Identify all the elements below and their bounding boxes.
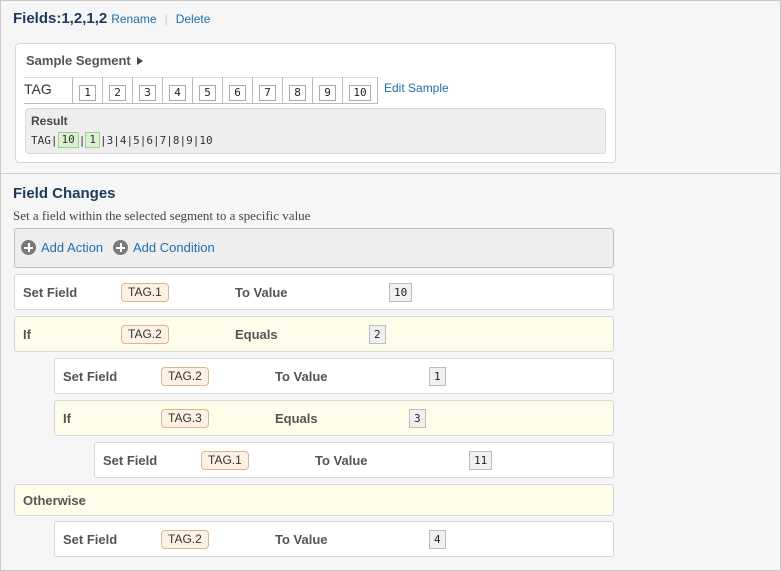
result-suffix: |3|4|5|6|7|8|9|10 <box>100 133 213 147</box>
expand-arrow-icon <box>136 56 143 65</box>
row-keyword: Set Field <box>63 532 118 547</box>
field-value[interactable]: 10 <box>389 283 413 302</box>
if-condition-row[interactable]: If TAG.3 Equals 3 <box>54 400 614 436</box>
field-tag[interactable]: TAG.2 <box>161 367 209 386</box>
field-tag[interactable]: TAG.2 <box>161 530 209 549</box>
row-keyword: Set Field <box>103 453 158 468</box>
row-keyword: If <box>63 411 71 426</box>
sample-segment-heading: Sample Segment <box>26 53 131 68</box>
set-field-action-row[interactable]: Set Field TAG.1 To Value 10 <box>14 274 614 310</box>
segment-field-cell: 5 <box>192 77 222 104</box>
otherwise-row[interactable]: Otherwise <box>14 484 614 516</box>
result-changed-field: 1 <box>85 132 100 148</box>
rename-link[interactable]: Rename <box>111 12 156 26</box>
edit-sample-link[interactable]: Edit Sample <box>384 81 449 95</box>
segment-field-cell: 10 <box>342 77 378 104</box>
result-prefix: TAG| <box>31 133 58 147</box>
result-title: Result <box>31 114 68 128</box>
row-operator: Equals <box>235 327 278 342</box>
field-changes-title: Field Changes <box>13 185 116 202</box>
segment-field-cell: 1 <box>72 77 102 104</box>
segment-field-value[interactable]: 4 <box>169 84 186 101</box>
add-condition-button[interactable]: Add Condition <box>113 240 215 255</box>
row-operator: Equals <box>275 411 318 426</box>
segment-field-cell: 4 <box>162 77 192 104</box>
segment-field-value[interactable]: 10 <box>349 84 371 101</box>
page-title: Fields:1,2,1,2 <box>13 10 108 27</box>
sample-segment-fields: TAG 1 2 3 4 5 6 7 8 9 10 <box>24 77 378 104</box>
segment-field-cell: 9 <box>312 77 342 104</box>
segment-field-value[interactable]: 5 <box>199 84 216 101</box>
add-action-button[interactable]: Add Action <box>21 240 103 255</box>
field-value[interactable]: 4 <box>429 530 446 549</box>
field-value[interactable]: 1 <box>429 367 446 386</box>
plus-circle-icon <box>113 240 128 255</box>
section-divider <box>1 173 781 174</box>
field-value[interactable]: 2 <box>369 325 386 344</box>
segment-field-value[interactable]: 2 <box>109 84 126 101</box>
row-keyword: Set Field <box>23 285 78 300</box>
field-tag[interactable]: TAG.2 <box>121 325 169 344</box>
field-editor-panel: Fields:1,2,1,2 Rename | Delete Sample Se… <box>0 0 781 571</box>
row-keyword: If <box>23 327 31 342</box>
set-field-action-row[interactable]: Set Field TAG.2 To Value 1 <box>54 358 614 394</box>
segment-field-cell: 2 <box>102 77 132 104</box>
sample-segment-toggle[interactable]: Sample Segment <box>26 53 143 68</box>
segment-field-value[interactable]: 8 <box>289 84 306 101</box>
add-action-label: Add Action <box>41 240 104 255</box>
field-changes-subtitle: Set a field within the selected segment … <box>13 208 311 223</box>
field-tag[interactable]: TAG.3 <box>161 409 209 428</box>
segment-field-value[interactable]: 3 <box>139 84 156 101</box>
plus-circle-icon <box>21 240 36 255</box>
segment-field-value[interactable]: 7 <box>259 84 276 101</box>
segment-field-value[interactable]: 6 <box>229 84 246 101</box>
result-separator: | <box>78 133 86 147</box>
row-operator: To Value <box>315 453 368 468</box>
delete-link[interactable]: Delete <box>176 12 211 26</box>
field-tag[interactable]: TAG.1 <box>121 283 169 302</box>
segment-field-cell: 3 <box>132 77 162 104</box>
set-field-action-row[interactable]: Set Field TAG.2 To Value 4 <box>54 521 614 557</box>
row-keyword: Set Field <box>63 369 118 384</box>
field-tag[interactable]: TAG.1 <box>201 451 249 470</box>
actions-toolbar: Add Action Add Condition <box>14 228 614 268</box>
sample-segment-panel: Sample Segment TAG 1 2 3 4 5 6 7 8 9 10 … <box>15 43 616 163</box>
set-field-action-row[interactable]: Set Field TAG.1 To Value 11 <box>94 442 614 478</box>
segment-field-value[interactable]: 9 <box>319 84 336 101</box>
field-value[interactable]: 11 <box>469 451 493 470</box>
add-condition-label: Add Condition <box>133 240 215 255</box>
header-separator: | <box>164 12 168 26</box>
segment-field-cell: 6 <box>222 77 252 104</box>
segment-field-cell: 7 <box>252 77 282 104</box>
field-value[interactable]: 3 <box>409 409 426 428</box>
segment-field-value[interactable]: 1 <box>79 84 96 101</box>
header: Fields:1,2,1,2 Rename | Delete <box>13 10 210 32</box>
result-changed-field: 10 <box>57 132 79 148</box>
result-value: TAG| 10 | 1 |3|4|5|6|7|8|9|10 <box>31 132 213 148</box>
if-condition-row[interactable]: If TAG.2 Equals 2 <box>14 316 614 352</box>
result-box: Result TAG| 10 | 1 |3|4|5|6|7|8|9|10 <box>25 108 606 154</box>
row-keyword: Otherwise <box>23 493 86 508</box>
segment-name: TAG <box>24 77 72 104</box>
segment-field-cell: 8 <box>282 77 312 104</box>
row-operator: To Value <box>275 369 328 384</box>
row-operator: To Value <box>275 532 328 547</box>
row-operator: To Value <box>235 285 288 300</box>
